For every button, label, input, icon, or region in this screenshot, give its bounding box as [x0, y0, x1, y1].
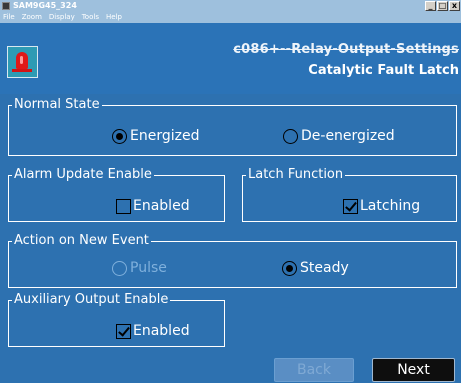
window-controls: _ □ x [424, 1, 460, 11]
pulse-label: Pulse [130, 260, 167, 276]
deenergized-label: De-energized [301, 128, 395, 144]
action-new-event-label: Action on New Event [12, 233, 151, 248]
menu-display[interactable]: Display [49, 12, 75, 23]
steady-option[interactable]: Steady [282, 260, 349, 276]
app-icon [2, 2, 10, 10]
energized-radio[interactable] [112, 128, 127, 144]
close-button[interactable]: x [449, 1, 460, 11]
title-bar: SAM9G45_324 _ □ x [0, 0, 461, 12]
deenergized-radio[interactable] [283, 128, 298, 144]
latch-function-label: Latch Function [246, 167, 346, 182]
alarm-icon-shine [20, 56, 23, 64]
back-button[interactable]: Back [274, 358, 354, 382]
aux-output-label: Auxiliary Output Enable [12, 292, 171, 307]
window-title: SAM9G45_324 [13, 1, 77, 10]
energized-label: Energized [130, 128, 200, 144]
minimize-button[interactable]: _ [425, 1, 436, 11]
pulse-option: Pulse [112, 260, 167, 276]
latching-option[interactable]: Latching [343, 198, 420, 214]
pulse-radio [112, 260, 127, 276]
alarm-update-checkbox[interactable] [116, 198, 131, 214]
energized-option[interactable]: Energized [112, 128, 199, 144]
action-new-event-group: Action on New Event [8, 234, 457, 288]
page-title: c086+--Relay-Output-Settings [233, 42, 459, 57]
alarm-update-label: Alarm Update Enable [12, 167, 154, 182]
alarm-update-option-label: Enabled [133, 198, 190, 214]
alarm-update-option[interactable]: Enabled [116, 198, 190, 214]
aux-output-option[interactable]: Enabled [116, 323, 190, 339]
aux-output-option-label: Enabled [133, 323, 190, 339]
next-button[interactable]: Next [372, 358, 455, 382]
steady-label: Steady [300, 260, 349, 276]
restore-button[interactable]: □ [437, 1, 448, 11]
normal-state-label: Normal State [12, 97, 102, 112]
aux-output-checkbox[interactable] [116, 323, 131, 339]
page-subtitle: Catalytic Fault Latch [308, 63, 459, 78]
steady-radio[interactable] [282, 260, 297, 276]
menu-file[interactable]: File [3, 12, 15, 23]
menu-help[interactable]: Help [106, 12, 122, 23]
menu-bar: File Zoom Display Tools Help [0, 12, 461, 23]
menu-zoom[interactable]: Zoom [22, 12, 42, 23]
latching-checkbox[interactable] [343, 198, 358, 214]
alarm-icon [7, 46, 38, 78]
latching-label: Latching [360, 198, 421, 214]
menu-tools[interactable]: Tools [82, 12, 99, 23]
alarm-icon-base [12, 69, 32, 72]
page-header [0, 23, 461, 94]
deenergized-option[interactable]: De-energized [283, 128, 395, 144]
